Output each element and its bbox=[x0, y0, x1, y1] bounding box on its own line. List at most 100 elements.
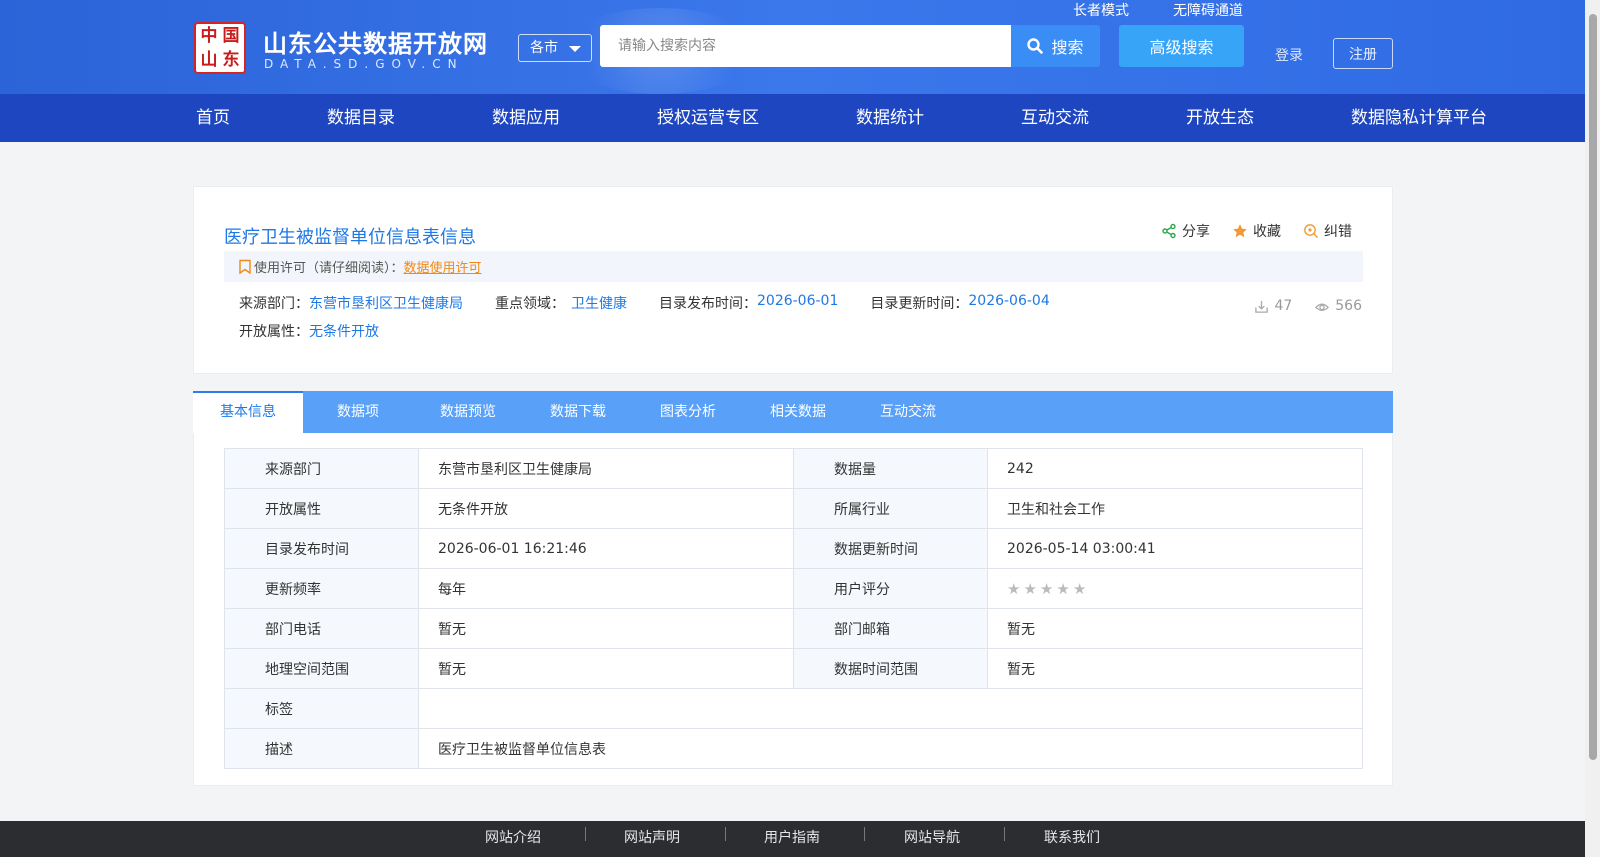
star-icon[interactable]: ★ bbox=[1073, 580, 1086, 598]
nav-item-apps[interactable]: 数据应用 bbox=[492, 94, 560, 142]
logo-seal-icon[interactable]: 中 国 山 东 bbox=[194, 22, 246, 74]
footer-divider bbox=[864, 827, 865, 841]
info-key: 数据时间范围 bbox=[793, 648, 988, 689]
login-link[interactable]: 登录 bbox=[1275, 45, 1303, 65]
publish-date: 2026-06-01 bbox=[757, 293, 839, 309]
dataset-meta-row-1: 来源部门： 东营市垦利区卫生健康局 重点领域： 卫生健康 目录发布时间： 202… bbox=[239, 293, 1050, 313]
footer-link-contact[interactable]: 联系我们 bbox=[1044, 827, 1100, 847]
table-row: 地理空间范围 暂无 数据时间范围 暂无 bbox=[224, 648, 1363, 689]
nav-item-statistics[interactable]: 数据统计 bbox=[856, 94, 924, 142]
info-value: 2026-05-14 03:00:41 bbox=[987, 528, 1363, 569]
main-nav: 首页 数据目录 数据应用 授权运营专区 数据统计 互动交流 开放生态 数据隐私计… bbox=[0, 94, 1585, 142]
nav-item-home[interactable]: 首页 bbox=[196, 94, 230, 142]
table-row: 来源部门 东营市垦利区卫生健康局 数据量 242 bbox=[224, 448, 1363, 489]
info-value: 暂无 bbox=[418, 648, 794, 689]
star-icon[interactable]: ★ bbox=[1040, 580, 1053, 598]
info-key: 部门电话 bbox=[224, 608, 419, 649]
table-row: 目录发布时间 2026-06-01 16:21:46 数据更新时间 2026-0… bbox=[224, 528, 1363, 569]
table-row: 标签 bbox=[224, 688, 1363, 729]
site-footer: 网站介绍 网站声明 用户指南 网站导航 联系我们 bbox=[0, 821, 1585, 857]
accessibility-link[interactable]: 无障碍通道 bbox=[1173, 0, 1243, 20]
info-value: 暂无 bbox=[987, 608, 1363, 649]
star-icon[interactable]: ★ bbox=[1056, 580, 1069, 598]
search-input[interactable] bbox=[600, 25, 1011, 67]
region-label: 各市 bbox=[530, 40, 558, 56]
dataset-actions: 分享 收藏 纠错 bbox=[1161, 221, 1352, 241]
info-value: 暂无 bbox=[418, 608, 794, 649]
region-select[interactable]: 各市 bbox=[518, 34, 592, 62]
favorite-label: 收藏 bbox=[1253, 224, 1281, 240]
info-key: 目录发布时间 bbox=[224, 528, 419, 569]
info-value: 每年 bbox=[418, 568, 794, 609]
info-key: 用户评分 bbox=[793, 568, 988, 609]
search-button[interactable]: 搜索 bbox=[1011, 25, 1100, 67]
page-scrollbar[interactable] bbox=[1585, 0, 1600, 857]
license-prefix: 使用许可（请仔细阅读）： bbox=[254, 261, 404, 276]
advanced-search-button[interactable]: 高级搜索 bbox=[1119, 25, 1244, 67]
user-rating[interactable]: ★ ★ ★ ★ ★ bbox=[987, 568, 1363, 609]
nav-item-privacy-computing[interactable]: 数据隐私计算平台 bbox=[1351, 94, 1487, 142]
info-key: 部门邮箱 bbox=[793, 608, 988, 649]
info-key: 数据量 bbox=[793, 448, 988, 489]
source-dept-value[interactable]: 东营市垦利区卫生健康局 bbox=[309, 293, 463, 313]
footer-link-statement[interactable]: 网站声明 bbox=[624, 827, 680, 847]
table-row: 开放属性 无条件开放 所属行业 卫生和社会工作 bbox=[224, 488, 1363, 529]
tab-chart-analysis[interactable]: 图表分析 bbox=[633, 391, 743, 433]
nav-item-ecosystem[interactable]: 开放生态 bbox=[1186, 94, 1254, 142]
scrollbar-thumb[interactable] bbox=[1589, 14, 1597, 760]
elder-mode-link[interactable]: 长者模式 bbox=[1073, 0, 1129, 20]
footer-link-sitemap[interactable]: 网站导航 bbox=[904, 827, 960, 847]
view-count-value: 566 bbox=[1335, 298, 1362, 314]
tab-interaction[interactable]: 互动交流 bbox=[853, 391, 963, 433]
nav-item-interaction[interactable]: 互动交流 bbox=[1021, 94, 1089, 142]
dataset-meta-row-2: 开放属性： 无条件开放 bbox=[239, 321, 379, 341]
footer-link-about[interactable]: 网站介绍 bbox=[485, 827, 541, 847]
search-button-label: 搜索 bbox=[1051, 38, 1084, 57]
description-value: 医疗卫生被监督单位信息表 bbox=[418, 728, 1363, 769]
info-key: 更新频率 bbox=[224, 568, 419, 609]
nav-item-catalog[interactable]: 数据目录 bbox=[327, 94, 395, 142]
share-button[interactable]: 分享 bbox=[1161, 221, 1210, 241]
domain-value[interactable]: 卫生健康 bbox=[571, 293, 627, 313]
caret-down-icon bbox=[569, 46, 581, 52]
info-value: 卫生和社会工作 bbox=[987, 488, 1363, 529]
report-error-button[interactable]: 纠错 bbox=[1303, 221, 1352, 241]
register-button[interactable]: 注册 bbox=[1333, 38, 1393, 69]
dataset-stats: 47 566 bbox=[1254, 298, 1362, 314]
report-error-label: 纠错 bbox=[1324, 224, 1352, 240]
favorite-button[interactable]: 收藏 bbox=[1232, 221, 1281, 241]
info-key: 标签 bbox=[224, 688, 419, 729]
dataset-title: 医疗卫生被监督单位信息表信息 bbox=[224, 227, 476, 248]
info-key: 所属行业 bbox=[793, 488, 988, 529]
site-header: 中 国 山 东 山东公共数据开放网 DATA.SD.GOV.CN 各市 搜索 高… bbox=[0, 0, 1585, 94]
site-domain: DATA.SD.GOV.CN bbox=[264, 57, 464, 71]
tab-related-data[interactable]: 相关数据 bbox=[743, 391, 853, 433]
rating-stars[interactable]: ★ ★ ★ ★ ★ bbox=[1007, 580, 1086, 598]
tab-data-items[interactable]: 数据项 bbox=[303, 391, 413, 433]
star-icon[interactable]: ★ bbox=[1023, 580, 1036, 598]
view-count: 566 bbox=[1314, 298, 1362, 314]
seal-char: 山 bbox=[200, 50, 218, 70]
dataset-summary-card: 医疗卫生被监督单位信息表信息 分享 收藏 纠错 使用许可（请仔细阅读）： 数据使… bbox=[193, 186, 1393, 374]
footer-link-guide[interactable]: 用户指南 bbox=[764, 827, 820, 847]
tab-basic-info[interactable]: 基本信息 bbox=[193, 391, 303, 433]
eye-icon bbox=[1315, 303, 1330, 311]
tab-data-preview[interactable]: 数据预览 bbox=[413, 391, 523, 433]
license-link[interactable]: 数据使用许可 bbox=[404, 257, 482, 276]
footer-divider bbox=[1004, 827, 1005, 841]
open-attr-value: 无条件开放 bbox=[309, 324, 379, 340]
star-icon[interactable]: ★ bbox=[1007, 580, 1020, 598]
info-value: 无条件开放 bbox=[418, 488, 794, 529]
table-row: 部门电话 暂无 部门邮箱 暂无 bbox=[224, 608, 1363, 649]
basic-info-table: 来源部门 东营市垦利区卫生健康局 数据量 242 开放属性 无条件开放 所属行业… bbox=[224, 448, 1363, 769]
publish-label: 目录发布时间： bbox=[659, 296, 757, 312]
info-value: 2026-06-01 16:21:46 bbox=[418, 528, 794, 569]
open-attr-label: 开放属性： bbox=[239, 324, 309, 340]
nav-item-authorized-ops[interactable]: 授权运营专区 bbox=[657, 94, 759, 142]
info-key: 描述 bbox=[224, 728, 419, 769]
tab-data-download[interactable]: 数据下载 bbox=[523, 391, 633, 433]
bookmark-icon bbox=[239, 259, 251, 274]
source-dept-label: 来源部门： bbox=[239, 296, 309, 312]
info-key: 来源部门 bbox=[224, 448, 419, 489]
site-title[interactable]: 山东公共数据开放网 bbox=[263, 24, 488, 59]
